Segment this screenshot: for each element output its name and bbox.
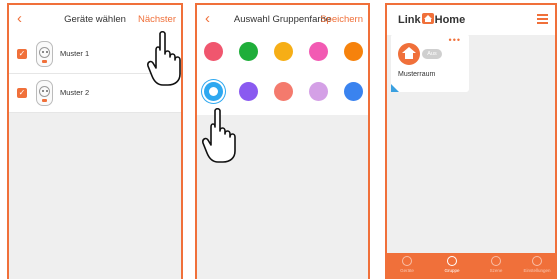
scene-icon xyxy=(491,256,501,266)
color-swatch[interactable] xyxy=(239,82,258,101)
tab-szene[interactable]: Szene xyxy=(479,256,513,273)
app-logo: Link Home xyxy=(398,13,465,26)
devices-icon xyxy=(402,256,412,266)
smart-plug-icon xyxy=(36,80,53,106)
logo-text-left: Link xyxy=(398,14,421,26)
smart-plug-icon xyxy=(36,41,53,67)
tab-einstellungen[interactable]: Einstellungen xyxy=(520,256,554,273)
tab-label: Einstellungen xyxy=(523,268,551,273)
save-button[interactable]: Speichern xyxy=(320,14,363,25)
device-label: Muster 1 xyxy=(60,49,90,58)
color-swatch[interactable] xyxy=(204,42,223,61)
house-logo-icon xyxy=(421,13,434,24)
color-swatch[interactable] xyxy=(274,82,293,101)
device-select-screen: ‹ Geräte wählen Nächster ✓ Muster 1 ✓ Mu… xyxy=(7,3,183,279)
room-card[interactable]: ••• Aus Musterraum xyxy=(391,34,469,92)
corner-marker xyxy=(391,84,399,92)
color-swatch[interactable] xyxy=(239,42,258,61)
color-swatch[interactable] xyxy=(309,82,328,101)
group-color-screen: ‹ Auswahl Gruppenfarbe Speichern xyxy=(195,3,370,279)
color-swatch[interactable] xyxy=(344,42,363,61)
tab-geraete[interactable]: Geräte xyxy=(390,256,424,273)
more-options-icon[interactable]: ••• xyxy=(449,36,461,45)
groups-home-screen: Link Home ••• Aus Musterraum Geräte Grupp… xyxy=(385,3,557,279)
color-swatch[interactable] xyxy=(309,42,328,61)
tab-gruppe[interactable]: Gruppe xyxy=(435,256,469,273)
next-button[interactable]: Nächster xyxy=(138,14,176,25)
color-swatch[interactable] xyxy=(274,42,293,61)
tab-label: Geräte xyxy=(400,268,414,273)
tab-label: Szene xyxy=(489,268,503,273)
settings-icon xyxy=(532,256,542,266)
status-badge[interactable]: Aus xyxy=(422,49,442,59)
house-icon xyxy=(398,43,420,65)
device-label: Muster 2 xyxy=(60,88,90,97)
pointing-hand-icon xyxy=(202,107,236,163)
room-name: Musterraum xyxy=(398,71,436,78)
color-swatch[interactable] xyxy=(344,82,363,101)
checkbox-checked[interactable]: ✓ xyxy=(17,88,27,98)
tab-label: Gruppe xyxy=(444,268,460,273)
bottom-tab-bar: Geräte Gruppe Szene Einstellungen xyxy=(387,253,555,279)
group-icon xyxy=(447,256,457,266)
logo-text-right: Home xyxy=(434,14,466,26)
header: ‹ Auswahl Gruppenfarbe Speichern xyxy=(197,5,368,35)
color-palette xyxy=(197,35,368,115)
color-swatch[interactable] xyxy=(204,82,223,101)
selected-indicator-icon xyxy=(209,87,218,96)
menu-icon[interactable] xyxy=(537,14,548,26)
header: Link Home xyxy=(387,5,555,35)
checkbox-checked[interactable]: ✓ xyxy=(17,49,27,59)
pointing-hand-icon xyxy=(147,30,181,86)
